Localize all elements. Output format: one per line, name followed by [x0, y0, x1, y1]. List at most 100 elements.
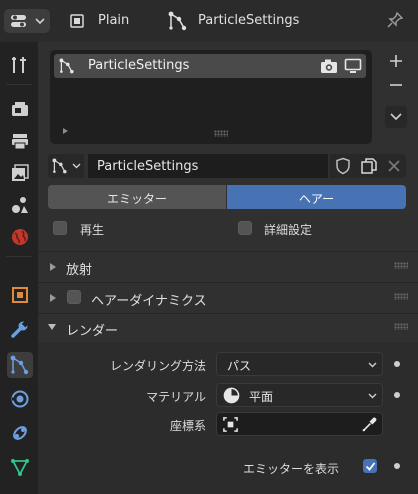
coordinate-system-label: 座標系 — [169, 419, 206, 433]
constraints-icon — [13, 426, 27, 440]
particles-icon — [59, 58, 74, 74]
panel-render-label: レンダー — [66, 324, 119, 339]
play-checkbox[interactable] — [53, 221, 67, 235]
chevron-down-icon — [368, 393, 377, 399]
camera-icon[interactable] — [320, 58, 338, 74]
view-mode-label: Plain — [98, 13, 130, 28]
view-mode-toggle[interactable]: Plain — [66, 9, 146, 33]
tab-world[interactable] — [7, 224, 33, 250]
advanced-checkbox[interactable] — [238, 221, 252, 235]
add-particle-system-button[interactable] — [385, 50, 407, 72]
properties-header: Plain ParticleSettings — [0, 0, 418, 42]
shield-icon — [336, 157, 350, 175]
particle-settings-name: ParticleSettings — [97, 159, 199, 174]
duplicate-icon — [361, 158, 377, 174]
tab-tool[interactable] — [7, 52, 33, 78]
panel-drag-handle[interactable] — [394, 293, 408, 300]
type-emitter-button[interactable]: エミッター — [48, 185, 226, 209]
list-specials-menu[interactable] — [385, 106, 407, 128]
panel-hair-dynamics-label: ヘアーダイナミクス — [91, 294, 207, 309]
panel-render-header[interactable]: レンダー — [38, 314, 418, 342]
list-filter-toggle[interactable] — [63, 128, 68, 134]
mesh-data-icon — [11, 459, 29, 476]
minus-icon — [390, 84, 402, 86]
context-name: ParticleSettings — [198, 13, 300, 28]
tab-data[interactable] — [7, 454, 33, 480]
type-hair-label: ヘアー — [298, 192, 335, 206]
world-icon — [12, 229, 28, 245]
type-emitter-label: エミッター — [106, 192, 167, 206]
collapse-arrow-icon — [48, 324, 56, 330]
panel-drag-handle[interactable] — [394, 323, 408, 330]
monitor-icon[interactable] — [344, 58, 362, 74]
remove-particle-system-button[interactable] — [385, 74, 407, 96]
keyframe-dot[interactable] — [394, 463, 400, 469]
tab-scene[interactable] — [7, 192, 33, 218]
render-icon — [12, 102, 28, 116]
tool-icon — [12, 57, 26, 73]
keyframe-dot[interactable] — [394, 361, 400, 367]
chevron-down-icon — [72, 163, 81, 169]
render-method-value: パス — [227, 359, 252, 373]
close-icon — [388, 160, 400, 172]
properties-tabs — [0, 42, 38, 494]
browse-particle-settings-button[interactable] — [48, 154, 84, 178]
panel-emission-header[interactable]: 放射 — [38, 252, 418, 282]
checkmark-icon — [365, 462, 376, 471]
show-emitter-label: エミッターを表示 — [243, 462, 340, 476]
tab-particles[interactable] — [7, 352, 33, 378]
fake-user-button[interactable] — [330, 154, 356, 178]
list-resize-handle[interactable] — [214, 130, 228, 137]
panel-emission-label: 放射 — [66, 263, 93, 278]
list-item[interactable]: ParticleSettings — [54, 54, 366, 78]
duplicate-button[interactable] — [356, 154, 382, 178]
pin-icon[interactable] — [386, 11, 404, 29]
unlink-button[interactable] — [382, 154, 406, 178]
chevron-down-icon — [390, 113, 402, 121]
play-label: 再生 — [80, 223, 105, 237]
keyframe-dot[interactable] — [394, 392, 400, 398]
tab-modifiers[interactable] — [7, 316, 33, 342]
tab-constraints[interactable] — [7, 420, 33, 446]
render-method-dropdown[interactable]: パス — [216, 352, 383, 376]
tab-view-layer[interactable] — [7, 160, 33, 186]
list-item-label: ParticleSettings — [88, 58, 190, 73]
chevron-down-icon — [35, 18, 45, 25]
physics-icon — [11, 390, 29, 408]
object-icon — [12, 287, 28, 303]
properties-editor-icon — [11, 15, 26, 27]
material-dropdown[interactable]: 平面 — [216, 383, 383, 407]
output-icon — [12, 134, 28, 150]
advanced-label: 詳細設定 — [264, 223, 313, 237]
plus-icon — [390, 55, 402, 67]
view-mode-icon — [70, 14, 84, 28]
view-layer-icon — [12, 164, 29, 181]
material-label: マテリアル — [146, 390, 206, 404]
panel-hair-dynamics-header[interactable]: ヘアーダイナミクス — [38, 283, 418, 313]
particle-settings-name-field[interactable]: ParticleSettings — [88, 154, 328, 178]
coordinate-system-field[interactable] — [216, 412, 383, 436]
wrench-icon — [11, 320, 29, 338]
scene-icon — [12, 197, 28, 213]
type-hair-button[interactable]: ヘアー — [227, 185, 406, 209]
tab-output[interactable] — [7, 128, 33, 154]
show-emitter-checkbox[interactable] — [363, 459, 377, 473]
material-sphere-icon — [223, 387, 240, 404]
editor-type-dropdown[interactable] — [4, 9, 50, 33]
particle-systems-list[interactable]: ParticleSettings — [50, 50, 372, 144]
eyedropper-icon[interactable] — [361, 416, 378, 433]
render-method-label: レンダリング方法 — [109, 359, 206, 373]
material-value: 平面 — [249, 390, 274, 404]
object-icon — [223, 417, 238, 432]
expand-arrow-icon — [50, 263, 56, 271]
hair-dynamics-checkbox[interactable] — [67, 290, 81, 304]
panel-drag-handle[interactable] — [394, 262, 408, 269]
particles-icon — [52, 158, 67, 174]
tab-render[interactable] — [7, 96, 33, 122]
particles-icon — [168, 11, 187, 31]
tab-object[interactable] — [7, 282, 33, 308]
tab-physics[interactable] — [7, 386, 33, 412]
expand-arrow-icon — [50, 294, 56, 302]
particles-tab-icon — [10, 355, 29, 375]
chevron-down-icon — [368, 362, 377, 368]
